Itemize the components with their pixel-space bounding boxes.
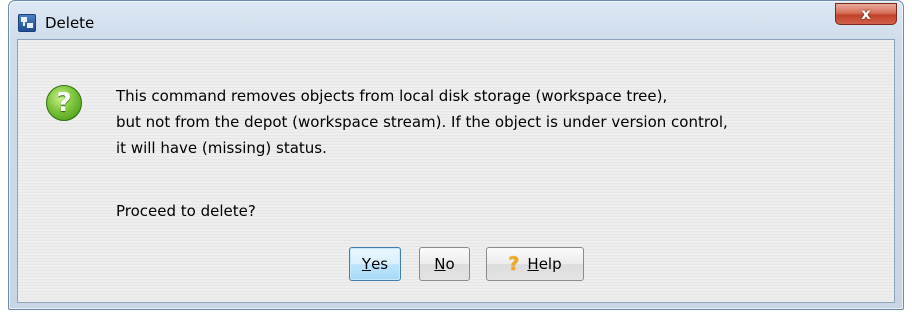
close-button[interactable]: x bbox=[835, 3, 897, 25]
no-button-mnemonic: N bbox=[434, 255, 446, 273]
no-button[interactable]: No bbox=[419, 247, 470, 281]
window-title: Delete bbox=[45, 14, 95, 32]
question-icon: ? bbox=[46, 85, 82, 121]
title-bar[interactable]: Delete x bbox=[9, 1, 903, 39]
application-icon bbox=[18, 14, 36, 32]
confirm-prompt: Proceed to delete? bbox=[116, 202, 256, 220]
message-line-1: This command removes objects from local … bbox=[116, 87, 668, 105]
dialog-body: ? This command removes objects from loca… bbox=[17, 39, 895, 303]
dialog-message: This command removes objects from local … bbox=[116, 83, 886, 161]
yes-button-mnemonic: Y bbox=[361, 255, 372, 273]
no-button-label: o bbox=[445, 255, 455, 273]
help-button-label: elp bbox=[538, 255, 562, 273]
close-icon: x bbox=[861, 5, 871, 23]
message-line-2: but not from the depot (workspace stream… bbox=[116, 113, 728, 131]
help-question-icon: ? bbox=[508, 253, 520, 275]
message-line-3: it will have (missing) status. bbox=[116, 139, 327, 157]
help-button[interactable]: ? Help bbox=[486, 247, 584, 281]
yes-button-label: es bbox=[371, 255, 389, 273]
help-button-mnemonic: H bbox=[527, 255, 539, 273]
yes-button[interactable]: Yes bbox=[349, 247, 401, 281]
button-row: Yes No ? Help bbox=[18, 247, 894, 283]
delete-dialog-window: Delete x ? This command removes objects … bbox=[8, 0, 904, 310]
